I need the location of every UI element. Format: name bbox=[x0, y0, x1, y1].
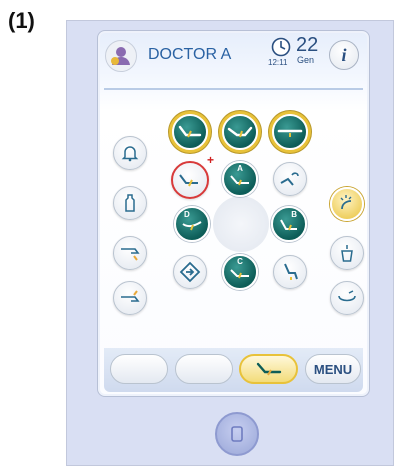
touch-screen: DOCTOR A 12:11 22 Gen i + A D B C MENU bbox=[97, 30, 370, 397]
spray-hands-button[interactable] bbox=[330, 187, 364, 221]
chair-trendelenburg-icon bbox=[227, 126, 253, 138]
memory-d-label: D bbox=[184, 210, 190, 219]
menu-label: MENU bbox=[313, 361, 353, 377]
header-divider bbox=[104, 88, 363, 90]
chair-recline-icon bbox=[178, 125, 202, 138]
memory-a-label: A bbox=[237, 164, 243, 173]
plus-icon: + bbox=[207, 153, 215, 167]
tool-hand-up-icon bbox=[121, 290, 140, 302]
spray-hands-icon bbox=[340, 195, 352, 210]
chair-flat-icon bbox=[277, 129, 303, 137]
home-icon bbox=[231, 426, 243, 442]
doctor-avatar-icon[interactable] bbox=[105, 40, 137, 72]
bell-icon bbox=[121, 146, 139, 162]
bell-button[interactable] bbox=[113, 136, 147, 170]
chair-preset-trendelenburg-button[interactable] bbox=[222, 114, 258, 150]
chair-exit-button[interactable] bbox=[173, 255, 207, 289]
water-bottle-button[interactable] bbox=[113, 186, 147, 220]
chair-reset-icon bbox=[179, 174, 198, 187]
info-button[interactable]: i bbox=[329, 40, 359, 70]
cup-filler-button[interactable] bbox=[330, 236, 364, 270]
bowl-rinse-button[interactable] bbox=[330, 281, 364, 315]
chair-seated-button[interactable] bbox=[273, 255, 307, 289]
memory-b-button[interactable]: B bbox=[271, 206, 307, 242]
chair-preset-flat-button[interactable] bbox=[272, 114, 308, 150]
figure-label: (1) bbox=[8, 8, 35, 33]
date-day: 22 bbox=[296, 34, 319, 56]
info-icon: i bbox=[341, 44, 347, 65]
memory-c-button[interactable]: C bbox=[222, 254, 258, 290]
rinse-position-button[interactable] bbox=[273, 162, 307, 196]
home-button[interactable] bbox=[215, 412, 259, 456]
memory-c-label: C bbox=[237, 257, 243, 266]
tool-hand-down-button[interactable] bbox=[113, 236, 147, 270]
soft-key-1[interactable] bbox=[110, 354, 168, 384]
position-wheel-center bbox=[213, 196, 269, 252]
chair-seated-icon bbox=[284, 263, 298, 280]
chair-position-key[interactable] bbox=[239, 354, 298, 384]
tool-hand-down-icon bbox=[121, 248, 140, 261]
clock-time: 12:11 bbox=[268, 58, 288, 67]
memory-b-label: B bbox=[291, 210, 297, 219]
soft-key-2[interactable] bbox=[175, 354, 233, 384]
chair-rinse-icon bbox=[280, 172, 299, 186]
doctor-name[interactable]: DOCTOR A bbox=[148, 46, 231, 64]
memory-a-button[interactable]: A bbox=[222, 161, 258, 197]
cup-filler-icon bbox=[341, 245, 353, 262]
chair-exit-icon bbox=[179, 261, 201, 283]
last-position-button[interactable] bbox=[171, 161, 209, 199]
chair-recline-icon bbox=[256, 362, 281, 376]
chair-memory-b-icon bbox=[280, 219, 297, 231]
chair-memory-c-icon bbox=[230, 269, 249, 279]
bowl-rinse-icon bbox=[338, 290, 356, 302]
clock-icon bbox=[271, 37, 291, 57]
chair-memory-a-icon bbox=[230, 175, 249, 186]
chair-preset-recline-button[interactable] bbox=[172, 114, 208, 150]
tool-hand-up-button[interactable] bbox=[113, 281, 147, 315]
memory-d-button[interactable]: D bbox=[174, 206, 210, 242]
date-month: Gen bbox=[297, 55, 315, 65]
water-bottle-icon bbox=[125, 194, 135, 212]
menu-button[interactable]: MENU bbox=[305, 354, 361, 384]
